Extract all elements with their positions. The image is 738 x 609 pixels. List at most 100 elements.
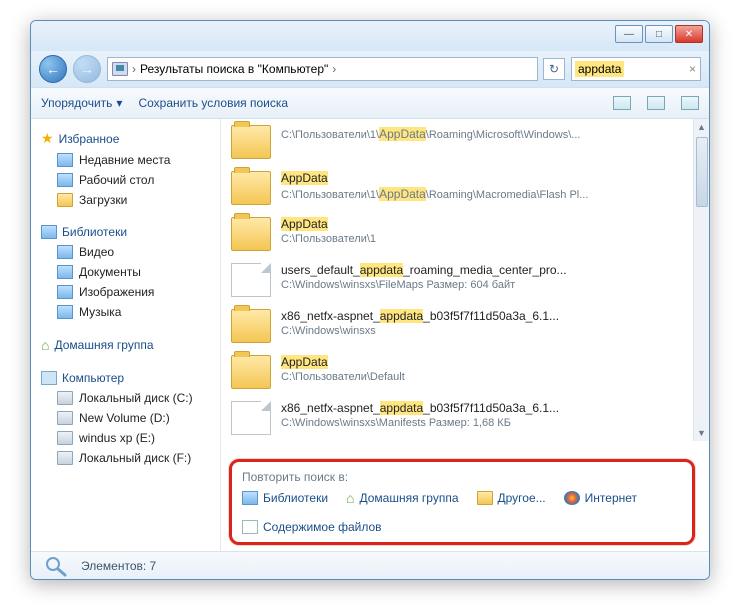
folder-icon [231, 171, 271, 205]
refresh-button[interactable]: ↻ [543, 58, 565, 80]
repeat-link-other[interactable]: Другое... [477, 490, 546, 506]
chevron-down-icon: ▾ [116, 96, 122, 110]
result-name: x86_netfx-aspnet_appdata_b03f5f7f11d50a3… [281, 309, 685, 323]
address-bar-row: ← → › Результаты поиска в "Компьютер" › … [31, 51, 709, 87]
result-path: C:\Windows\winsxs\Manifests Размер: 1,68… [281, 417, 685, 429]
folder-icon [231, 355, 271, 389]
picture-icon [57, 285, 73, 299]
file-icon [231, 401, 271, 435]
computer-icon [112, 62, 128, 76]
homegroup-icon: ⌂ [346, 490, 354, 506]
desktop-icon [57, 173, 73, 187]
result-row[interactable]: x86_netfx-aspnet_appdata_b03f5f7f11d50a3… [221, 303, 695, 349]
sidebar-item-recent[interactable]: Недавние места [35, 150, 216, 170]
file-content-icon [242, 520, 258, 534]
result-name: users_default_appdata_roaming_media_cent… [281, 263, 685, 277]
result-name: AppData [281, 217, 685, 231]
folder-icon [231, 217, 271, 251]
minimize-button[interactable]: — [615, 25, 643, 43]
sidebar-item-drive-c[interactable]: Локальный диск (C:) [35, 388, 216, 408]
drive-icon [57, 431, 73, 445]
sidebar-item-videos[interactable]: Видео [35, 242, 216, 262]
folder-icon [57, 193, 73, 207]
organize-button[interactable]: Упорядочить ▾ [41, 96, 122, 110]
repeat-search-title: Повторить поиск в: [242, 470, 682, 484]
result-path: C:\Пользователи\1\AppData\Roaming\Micros… [281, 127, 685, 141]
result-path: C:\Пользователи\1 [281, 233, 685, 245]
view-options-icon[interactable] [613, 96, 631, 110]
result-row[interactable]: AppData C:\Пользователи\Default [221, 349, 695, 395]
scrollbar[interactable]: ▲ ▼ [693, 119, 709, 441]
repeat-link-internet[interactable]: Интернет [564, 490, 637, 506]
computer-header[interactable]: Компьютер [35, 368, 216, 388]
sidebar-item-pictures[interactable]: Изображения [35, 282, 216, 302]
search-query: appdata [575, 61, 624, 77]
repeat-link-file-contents[interactable]: Содержимое файлов [242, 520, 382, 534]
help-icon[interactable] [681, 96, 699, 110]
search-input[interactable]: appdata × [571, 57, 701, 81]
result-name: x86_netfx-aspnet_appdata_b03f5f7f11d50a3… [281, 401, 685, 415]
computer-icon [41, 371, 57, 385]
scroll-down-icon[interactable]: ▼ [694, 425, 709, 441]
drive-icon [57, 451, 73, 465]
result-row[interactable]: C:\Пользователи\1\AppData\Roaming\Micros… [221, 119, 695, 165]
scroll-thumb[interactable] [696, 137, 708, 207]
favorites-header[interactable]: ★Избранное [35, 127, 216, 150]
clear-search-icon[interactable]: × [689, 62, 696, 76]
star-icon: ★ [41, 130, 54, 147]
drive-icon [57, 411, 73, 425]
scroll-up-icon[interactable]: ▲ [694, 119, 709, 135]
folder-icon [231, 309, 271, 343]
globe-icon [564, 491, 580, 505]
result-path: C:\Windows\winsxs [281, 325, 685, 337]
status-count: Элементов: 7 [81, 559, 156, 573]
status-bar: Элементов: 7 [31, 551, 709, 579]
explorer-window: — □ ✕ ← → › Результаты поиска в "Компьют… [30, 20, 710, 580]
sidebar-item-drive-d[interactable]: New Volume (D:) [35, 408, 216, 428]
address-bar[interactable]: › Результаты поиска в "Компьютер" › [107, 57, 538, 81]
results-pane: C:\Пользователи\1\AppData\Roaming\Micros… [221, 119, 709, 551]
recent-icon [57, 153, 73, 167]
result-name: AppData [281, 355, 685, 369]
maximize-button[interactable]: □ [645, 25, 673, 43]
sidebar-item-music[interactable]: Музыка [35, 302, 216, 322]
organize-label: Упорядочить [41, 96, 112, 110]
breadcrumb-item[interactable]: Результаты поиска в "Компьютер" [140, 62, 328, 76]
result-path: C:\Пользователи\Default [281, 371, 685, 383]
repeat-link-libraries[interactable]: Библиотеки [242, 490, 328, 506]
forward-button[interactable]: → [73, 55, 101, 83]
folder-icon [477, 491, 493, 505]
result-row[interactable]: AppData C:\Пользователи\1 [221, 211, 695, 257]
result-name: AppData [281, 171, 685, 185]
libraries-header[interactable]: Библиотеки [35, 222, 216, 242]
homegroup-icon: ⌂ [41, 337, 49, 353]
magnifier-icon [41, 555, 73, 577]
preview-pane-icon[interactable] [647, 96, 665, 110]
sidebar-item-documents[interactable]: Документы [35, 262, 216, 282]
sidebar-item-desktop[interactable]: Рабочий стол [35, 170, 216, 190]
folder-icon [231, 125, 271, 159]
result-row[interactable]: x86_netfx-aspnet_appdata_b03f5f7f11d50a3… [221, 395, 695, 441]
result-path: C:\Пользователи\1\AppData\Roaming\Macrom… [281, 187, 685, 201]
result-row[interactable]: AppData C:\Пользователи\1\AppData\Roaming… [221, 165, 695, 211]
repeat-link-homegroup[interactable]: ⌂Домашняя группа [346, 490, 459, 506]
close-button[interactable]: ✕ [675, 25, 703, 43]
repeat-search-panel: Повторить поиск в: Библиотеки ⌂Домашняя … [229, 459, 695, 545]
titlebar: — □ ✕ [31, 21, 709, 51]
drive-icon [57, 391, 73, 405]
document-icon [57, 265, 73, 279]
homegroup-header[interactable]: ⌂Домашняя группа [35, 334, 216, 356]
music-icon [57, 305, 73, 319]
result-row[interactable]: users_default_appdata_roaming_media_cent… [221, 257, 695, 303]
sidebar-item-downloads[interactable]: Загрузки [35, 190, 216, 210]
command-bar: Упорядочить ▾ Сохранить условия поиска [31, 87, 709, 119]
sidebar-item-drive-e[interactable]: windus xp (E:) [35, 428, 216, 448]
breadcrumb-sep: › [132, 62, 136, 76]
result-path: C:\Windows\winsxs\FileMaps Размер: 604 б… [281, 279, 685, 291]
file-icon [231, 263, 271, 297]
navigation-pane: ★Избранное Недавние места Рабочий стол З… [31, 119, 221, 551]
back-button[interactable]: ← [39, 55, 67, 83]
save-search-button[interactable]: Сохранить условия поиска [138, 96, 288, 110]
sidebar-item-drive-f[interactable]: Локальный диск (F:) [35, 448, 216, 468]
video-icon [57, 245, 73, 259]
